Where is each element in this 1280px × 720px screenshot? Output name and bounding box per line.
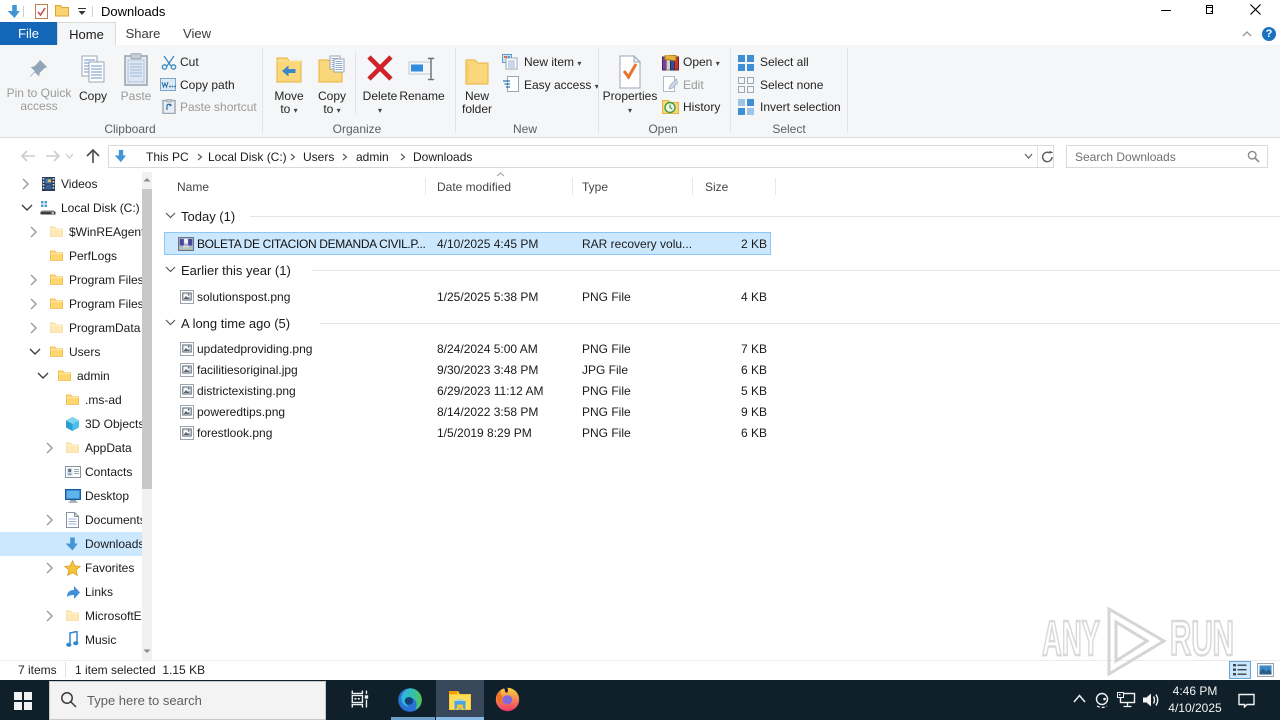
svg-text:RUN: RUN <box>1170 612 1234 666</box>
svg-text:ANY: ANY <box>1042 612 1100 666</box>
